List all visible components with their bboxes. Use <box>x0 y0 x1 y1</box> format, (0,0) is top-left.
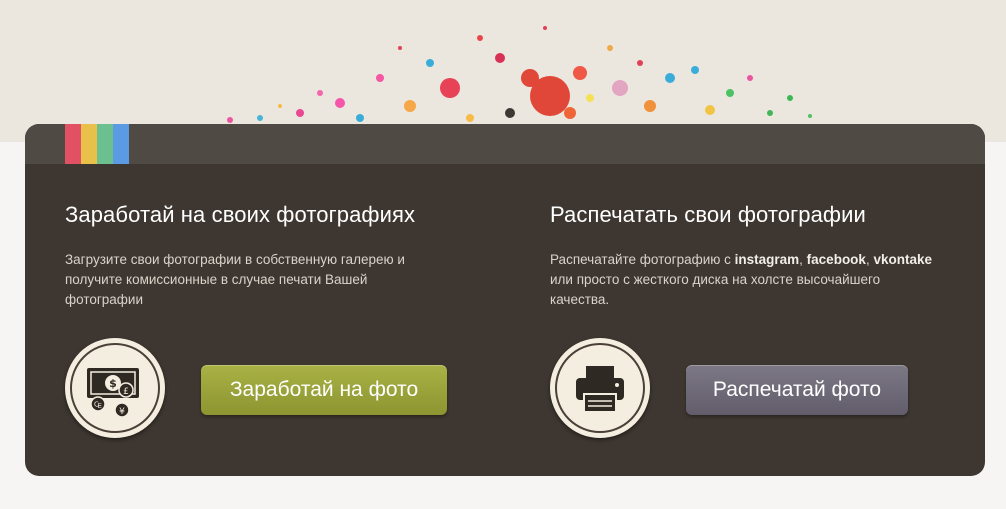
svg-text:£: £ <box>123 387 129 397</box>
stripe-yellow <box>81 124 97 164</box>
printer-icon <box>550 338 650 438</box>
color-stripes <box>65 124 129 164</box>
svg-text:₠: ₠ <box>94 401 102 411</box>
facebook-label: facebook <box>806 252 866 267</box>
card-header <box>25 124 985 164</box>
stripe-green <box>97 124 113 164</box>
svg-text:$: $ <box>109 377 117 390</box>
print-button[interactable]: Распечатай фото <box>686 365 908 415</box>
paint-splash-decoration <box>150 18 870 128</box>
vkontake-label: vkontake <box>873 252 932 267</box>
money-exchange-icon: $ £ ₠ ¥ <box>65 338 165 438</box>
stripe-red <box>65 124 81 164</box>
earn-button[interactable]: Заработай на фото <box>201 365 447 415</box>
earn-title: Заработай на своих фотографиях <box>65 202 416 227</box>
instagram-label: instagram <box>734 252 800 267</box>
earn-section: Заработай на своих фотографиях Загрузите… <box>65 202 485 310</box>
promo-card: Заработай на своих фотографиях Загрузите… <box>25 124 985 476</box>
print-title: Распечатать свои фотографии <box>550 202 866 227</box>
stripe-blue <box>113 124 129 164</box>
earn-description: Загрузите свои фотографии в собственную … <box>65 252 405 307</box>
svg-text:¥: ¥ <box>119 407 125 417</box>
print-description: Распечатайте фотографию с instagram, fac… <box>550 252 932 307</box>
print-section: Распечатать свои фотографии Распечатайте… <box>550 202 970 310</box>
